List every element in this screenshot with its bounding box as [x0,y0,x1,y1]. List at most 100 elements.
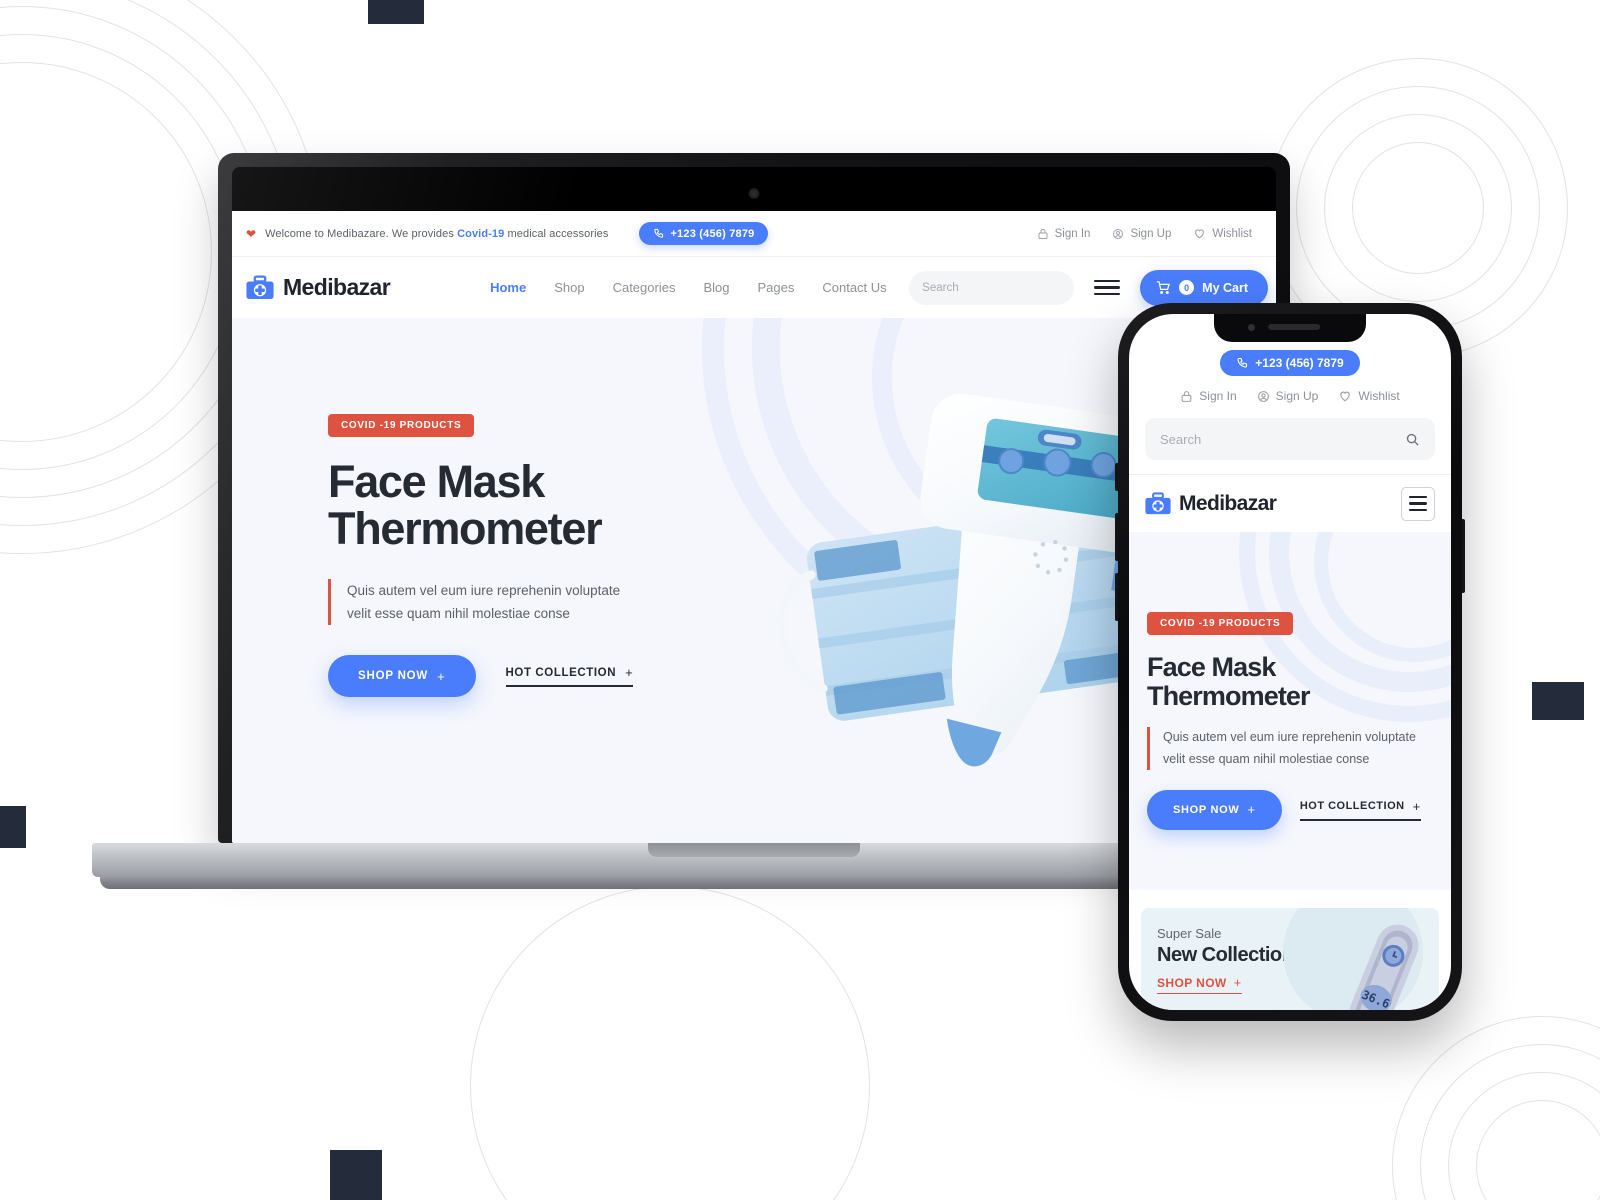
sign-up-label: Sign Up [1130,227,1172,240]
deco-square [1532,682,1584,720]
sign-in-link[interactable]: Sign In [1037,228,1090,240]
mobile-sign-in-link[interactable]: Sign In [1180,389,1237,403]
welcome-prefix: Welcome to Medibazare. We provides [265,227,458,240]
hero-badge: COVID -19 PRODUCTS [328,414,475,437]
phone-notch [1214,314,1366,342]
mobile-hero: COVID -19 PRODUCTS Face Mask Thermometer… [1129,532,1451,890]
nav-item-categories[interactable]: Categories [613,280,676,295]
mobile-wishlist-label: Wishlist [1358,389,1400,403]
brand-logo[interactable]: Medibazar [246,274,391,301]
mobile-search-input[interactable] [1160,431,1405,447]
mobile-hero-description-line1: Quis autem vel eum iure reprehenin volup… [1163,730,1416,745]
phone-screen: +123 (456) 7879 Sign In Sign Up Wishlist… [1129,314,1451,1010]
deco-square [0,806,26,848]
hero-description-line2: velit esse quam nihil molestiae conse [347,605,570,621]
hamburger-menu-icon[interactable] [1094,279,1121,296]
screen-glare [232,167,713,213]
phone-icon [654,228,664,238]
deco-square [368,0,424,24]
mobile-brand-name: Medibazar [1179,491,1277,515]
welcome-message: Welcome to Medibazare. We provides Covid… [265,228,608,240]
plus-icon: + [437,668,446,684]
phone-icon [1237,357,1248,368]
sign-up-link[interactable]: Sign Up [1112,228,1171,240]
mobile-hero-description: Quis autem vel eum iure reprehenin volup… [1147,727,1433,770]
search-box[interactable] [909,270,1077,305]
nav-item-contact-us[interactable]: Contact Us [822,280,886,295]
plus-icon: + [1247,802,1256,818]
search-input[interactable] [922,281,1077,294]
primary-nav: Home Shop Categories Blog Pages Contact … [490,280,887,295]
mobile-shop-now-label: SHOP NOW [1173,803,1240,816]
mobile-wishlist-link[interactable]: Wishlist [1338,389,1400,403]
mobile-hero-badge: COVID -19 PRODUCTS [1147,612,1294,635]
mobile-sign-up-label: Sign Up [1275,389,1319,403]
mobile-search-box[interactable] [1145,418,1435,460]
nav-item-blog[interactable]: Blog [703,280,729,295]
plus-icon: + [625,665,634,681]
deco-ring [1296,86,1540,330]
nav-item-home[interactable]: Home [490,280,526,295]
mobile-phone-number: +123 (456) 7879 [1255,356,1344,370]
phone-button[interactable]: +123 (456) 7879 [639,222,769,245]
brand-name: Medibazar [283,274,391,300]
mobile-navbar: Medibazar [1129,474,1451,532]
cart-count-badge: 0 [1179,280,1195,295]
shop-now-button[interactable]: SHOP NOW + [328,655,476,698]
deco-ring [1324,114,1512,302]
deco-ring [1476,1100,1600,1200]
lock-icon [1038,228,1048,239]
plus-icon: + [1233,975,1242,990]
mobile-phone-button[interactable]: +123 (456) 7879 [1220,350,1360,376]
earpiece-speaker [1268,324,1321,330]
plus-icon: + [1412,798,1421,814]
desktop-topbar: ❤ Welcome to Medibazare. We provides Cov… [232,211,1276,257]
mobile-hero-title-line1: Face Mask [1147,652,1276,682]
hero-title: Face Mask Thermometer [328,456,764,554]
deco-ring [470,886,870,1200]
deco-ring [1420,1044,1600,1200]
banner-shop-now-link[interactable]: SHOP NOW + [1157,975,1242,994]
nav-item-shop[interactable]: Shop [554,280,584,295]
phone-frame: +123 (456) 7879 Sign In Sign Up Wishlist… [1118,303,1462,1021]
user-circle-icon [1113,228,1124,239]
mobile-sign-up-link[interactable]: Sign Up [1257,389,1319,403]
digital-thermometer-icon: 36.6 [1349,924,1419,1010]
mobile-hamburger-menu-icon[interactable] [1401,486,1435,521]
search-icon[interactable] [1405,432,1420,447]
deco-square [330,1150,382,1200]
wishlist-link[interactable]: Wishlist [1193,227,1252,240]
mobile-hero-title-line2: Thermometer [1147,681,1311,712]
wishlist-label: Wishlist [1212,227,1252,240]
medical-briefcase-icon [246,274,274,299]
user-circle-icon [1257,390,1269,402]
phone-number: +123 (456) 7879 [670,227,755,240]
hero-title-line2: Thermometer [328,502,603,554]
hero-description: Quis autem vel eum iure reprehenin volup… [328,578,628,626]
lock-icon [1181,390,1192,402]
medical-briefcase-icon [1145,491,1171,514]
shopping-cart-icon [1156,281,1171,295]
mobile-hero-description-line2: velit esse quam nihil molestiae conse [1163,751,1370,766]
hero-description-line1: Quis autem vel eum iure reprehenin volup… [347,582,621,598]
heart-icon: ❤ [246,226,257,241]
mobile-shop-now-button[interactable]: SHOP NOW + [1147,789,1282,830]
mobile-hot-collection-label: HOT COLLECTION [1299,800,1405,813]
mobile-promo-banner[interactable]: 36.6 Super Sale New Collection SHOP NOW … [1141,908,1439,1010]
mobile-brand-logo[interactable]: Medibazar [1145,491,1277,516]
hot-collection-link[interactable]: HOT COLLECTION + [505,665,634,688]
my-cart-button[interactable]: 0 My Cart [1140,269,1268,306]
mobile-sign-in-label: Sign In [1199,389,1237,403]
mobile-hero-title: Face Mask Thermometer [1147,652,1433,712]
hot-collection-label: HOT COLLECTION [505,666,617,679]
banner-shop-now-label: SHOP NOW [1157,975,1227,990]
welcome-suffix: medical accessories [504,227,609,240]
webcam-icon [748,188,760,199]
cart-label: My Cart [1202,280,1248,295]
mobile-hot-collection-link[interactable]: HOT COLLECTION + [1299,798,1421,821]
nav-item-pages[interactable]: Pages [757,280,794,295]
deco-ring [0,62,212,442]
hero-title-line1: Face Mask [328,456,545,507]
deco-ring [1448,1072,1600,1200]
deco-ring [1392,1016,1600,1200]
